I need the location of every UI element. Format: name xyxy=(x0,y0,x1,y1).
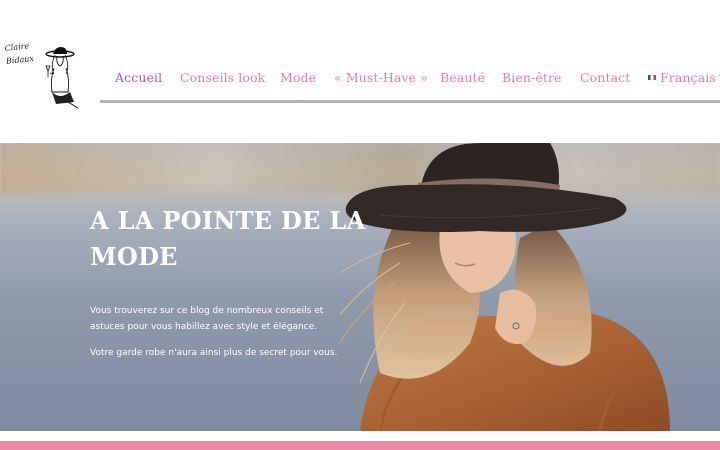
hero-title: A LA POINTE DE LA MODE xyxy=(90,206,366,271)
nav-item-beaute[interactable]: Beauté xyxy=(440,70,485,85)
nav-item-mode[interactable]: Mode xyxy=(280,70,316,85)
site-logo[interactable]: Claire Bidaux xyxy=(4,41,84,112)
nav-item-must-have[interactable]: « Must-Have » xyxy=(334,70,428,85)
french-flag-icon xyxy=(648,75,656,80)
site-header: Claire Bidaux Accueil Conseils look Mode… xyxy=(0,0,720,143)
nav-item-contact[interactable]: Contact xyxy=(580,70,630,85)
logo-signature: Claire Bidaux xyxy=(4,41,35,66)
hero-woman-hat-image xyxy=(340,143,670,431)
accent-bar xyxy=(0,441,720,450)
fashion-illustration-icon xyxy=(45,47,79,109)
language-label: Français xyxy=(660,70,716,85)
hero-paragraph-2: Votre garde robe n'aura ainsi plus de se… xyxy=(90,348,338,358)
hero-banner: A LA POINTE DE LA MODE Vous trouverez su… xyxy=(0,143,720,431)
main-navigation: Accueil Conseils look Mode « Must-Have »… xyxy=(100,64,720,104)
language-switcher[interactable]: Français˅ xyxy=(648,70,720,85)
hero-paragraph-1: Vous trouverez sur ce blog de nombreux c… xyxy=(90,306,324,332)
nav-item-bien-etre[interactable]: Bien-être xyxy=(502,70,562,85)
nav-underline xyxy=(100,100,720,103)
nav-item-conseils-look[interactable]: Conseils look xyxy=(180,70,265,85)
nav-item-accueil[interactable]: Accueil xyxy=(115,70,162,85)
